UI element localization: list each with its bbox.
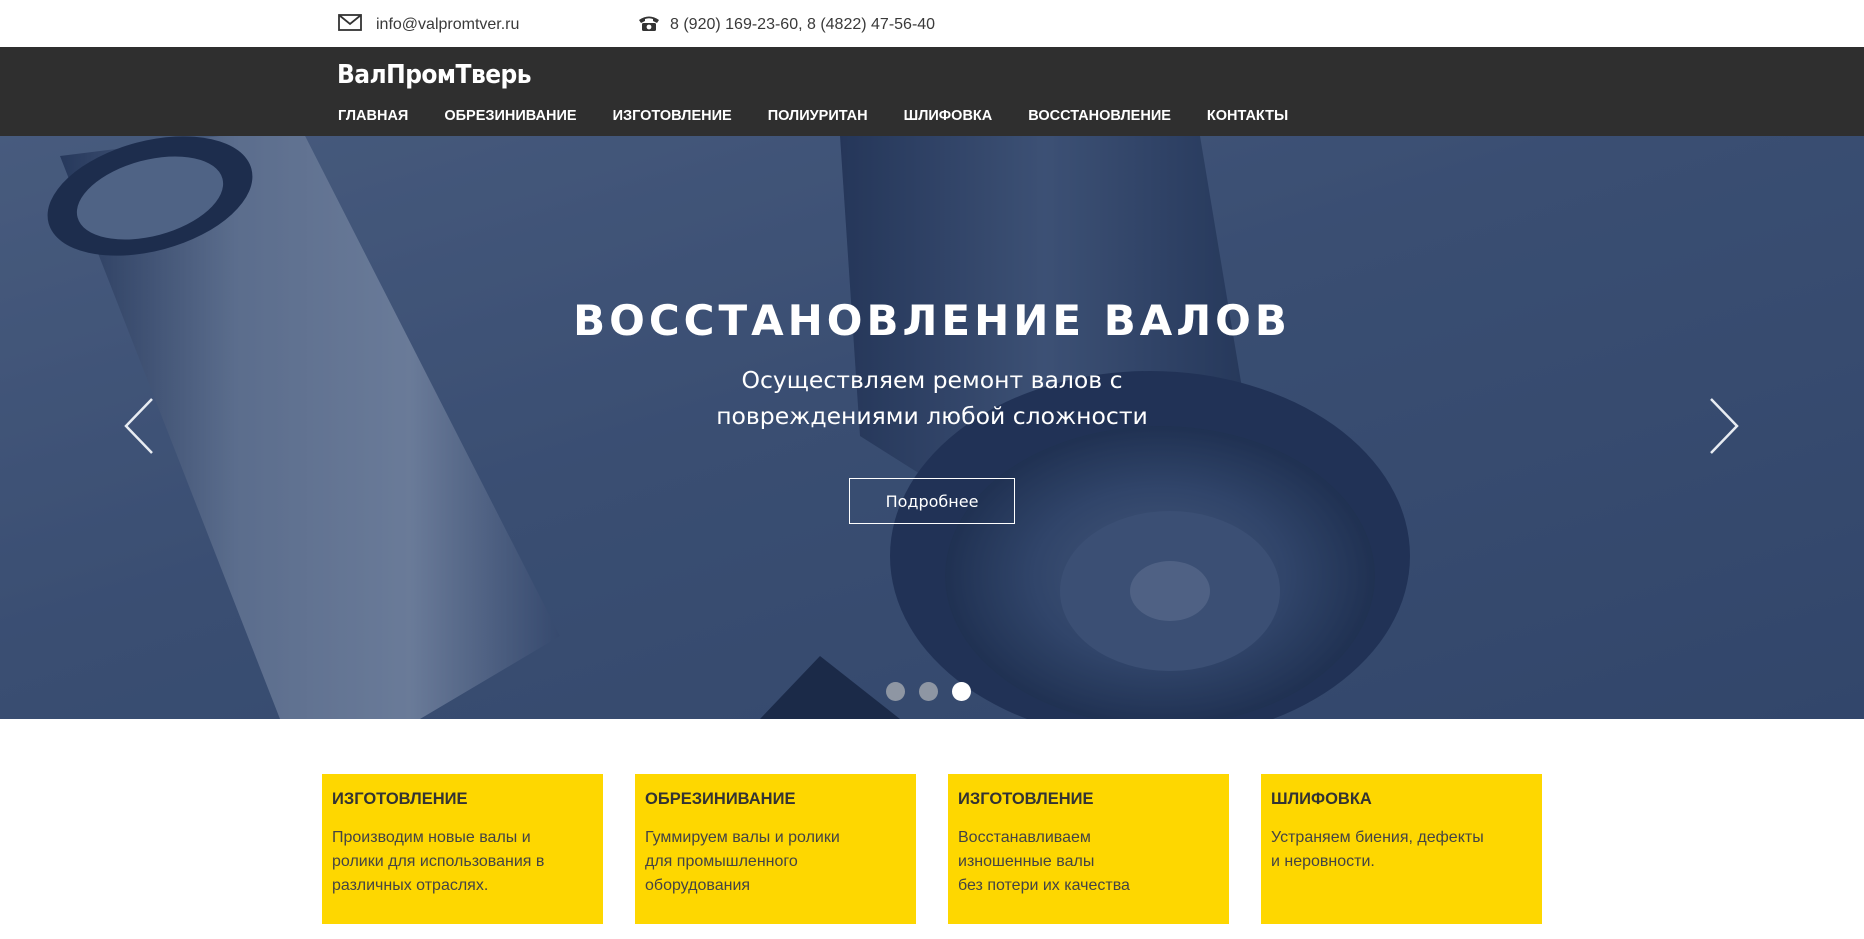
email-text[interactable]: info@valpromtver.ru — [376, 16, 519, 34]
service-card-rubber-coating[interactable]: ОБРЕЗИНИВАНИЕ Гуммируем валы и ролики дл… — [635, 774, 916, 924]
nav-item-restoration[interactable]: ВОССТАНОВЛЕНИЕ — [1028, 108, 1171, 124]
phone-contact[interactable]: 8 (920) 169-23-60, 8 (4822) 47-56-40 — [638, 14, 935, 36]
card-title: ИЗГОТОВЛЕНИЕ — [332, 790, 468, 808]
slide-dot-3[interactable] — [952, 682, 971, 701]
site-header: ВалПромТверь ГЛАВНАЯ ОБРЕЗИНИВАНИЕ ИЗГОТ… — [0, 47, 1864, 136]
telephone-icon — [638, 14, 660, 37]
service-card-restoration[interactable]: ИЗГОТОВЛЕНИЕ Восстанавливаем изношенные … — [948, 774, 1229, 924]
card-title: ОБРЕЗИНИВАНИЕ — [645, 790, 796, 808]
slider-pagination — [886, 682, 985, 701]
card-text: Устраняем биения, дефекты и неровности. — [1271, 829, 1484, 870]
nav-item-manufacturing[interactable]: ИЗГОТОВЛЕНИЕ — [613, 108, 732, 124]
email-contact[interactable]: info@valpromtver.ru — [338, 14, 519, 36]
card-text: Гуммируем валы и ролики для промышленног… — [645, 829, 840, 894]
main-nav: ГЛАВНАЯ ОБРЕЗИНИВАНИЕ ИЗГОТОВЛЕНИЕ ПОЛИУ… — [338, 108, 1324, 124]
nav-item-home[interactable]: ГЛАВНАЯ — [338, 108, 408, 124]
chevron-right-icon — [1710, 398, 1739, 454]
card-title: ИЗГОТОВЛЕНИЕ — [958, 790, 1094, 808]
nav-item-grinding[interactable]: ШЛИФОВКА — [904, 108, 993, 124]
hero-subtitle: Осуществляем ремонт валов с повреждениям… — [716, 366, 1148, 430]
site-logo[interactable]: ВалПромТверь — [337, 60, 532, 90]
service-card-manufacturing[interactable]: ИЗГОТОВЛЕНИЕ Производим новые валы и рол… — [322, 774, 603, 924]
more-button[interactable]: Подробнее — [849, 478, 1015, 524]
nav-item-rubber-coating[interactable]: ОБРЕЗИНИВАНИЕ — [444, 108, 576, 124]
hero-slider: ВОССТАНОВЛЕНИЕ ВАЛОВ Осуществляем ремонт… — [0, 136, 1864, 719]
slide-dot-1[interactable] — [886, 682, 905, 701]
nav-item-contacts[interactable]: КОНТАКТЫ — [1207, 108, 1288, 124]
card-text: Восстанавливаем изношенные валы без поте… — [958, 829, 1130, 894]
chevron-left-icon — [124, 398, 153, 454]
nav-item-polyurethane[interactable]: ПОЛИУРИТАН — [768, 108, 868, 124]
card-title: ШЛИФОВКА — [1271, 790, 1372, 808]
service-card-grinding[interactable]: ШЛИФОВКА Устраняем биения, дефекты и нер… — [1261, 774, 1542, 924]
envelope-icon — [338, 14, 362, 36]
slide-dot-2[interactable] — [919, 682, 938, 701]
slider-next-button[interactable] — [1707, 396, 1741, 456]
top-contact-bar: info@valpromtver.ru 8 (920) 169-23-60, 8… — [0, 0, 1864, 47]
phone-text[interactable]: 8 (920) 169-23-60, 8 (4822) 47-56-40 — [670, 16, 935, 34]
slider-prev-button[interactable] — [122, 396, 156, 456]
hero-title: ВОССТАНОВЛЕНИЕ ВАЛОВ — [573, 296, 1291, 345]
card-text: Производим новые валы и ролики для испол… — [332, 829, 545, 894]
